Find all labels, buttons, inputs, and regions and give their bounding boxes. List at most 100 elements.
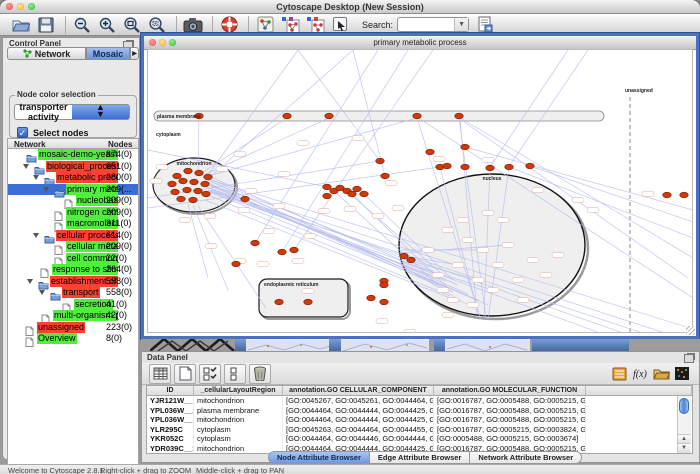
- node[interactable]: [232, 261, 240, 267]
- save-icon[interactable]: [35, 15, 57, 35]
- node[interactable]: [179, 178, 187, 184]
- expand-arrow-icon[interactable]: [43, 187, 49, 192]
- tree-row[interactable]: response to stimulu264(0): [8, 264, 138, 276]
- node[interactable]: [241, 196, 249, 202]
- tree-row[interactable]: macromolecule311(0): [8, 218, 138, 230]
- expand-arrow-icon[interactable]: [23, 164, 29, 169]
- table-cell[interactable]: YKR052C: [147, 434, 194, 444]
- node[interactable]: [367, 295, 375, 301]
- expand-arrow-icon[interactable]: [33, 175, 39, 180]
- node[interactable]: [171, 189, 179, 195]
- select-nodes-checkbox[interactable]: ✓: [17, 127, 28, 138]
- tree-row[interactable]: primary metabo209(...: [8, 184, 138, 196]
- import-attributes-icon[interactable]: [474, 15, 496, 35]
- node[interactable]: [400, 253, 408, 259]
- node[interactable]: [202, 191, 210, 197]
- node[interactable]: [323, 193, 331, 199]
- node[interactable]: [413, 113, 421, 119]
- tab-overflow-arrow-icon[interactable]: ▶: [130, 47, 139, 60]
- node[interactable]: [323, 184, 331, 190]
- table-cell[interactable]: [GO:0045263, GO:0044464, GO:0044455, G..…: [283, 425, 434, 435]
- node[interactable]: [168, 181, 176, 187]
- search-input[interactable]: [398, 19, 454, 30]
- tree-row[interactable]: Overview8(0): [8, 333, 138, 345]
- tree-row[interactable]: transport558(0): [8, 287, 138, 299]
- node[interactable]: [184, 168, 192, 174]
- table-cell[interactable]: [GO:0016787, GO:0005488, GO:0005215, G..…: [434, 415, 586, 425]
- attribute-table-icon[interactable]: [149, 364, 171, 384]
- expand-arrow-icon[interactable]: [39, 290, 45, 295]
- node-color-dropdown[interactable]: transporter activity ▲▼: [14, 104, 130, 120]
- node[interactable]: [381, 173, 389, 179]
- tree-row[interactable]: cellular metabo209(0): [8, 241, 138, 253]
- zoom-in-icon[interactable]: [96, 15, 118, 35]
- node[interactable]: [201, 181, 209, 187]
- node[interactable]: [194, 188, 202, 194]
- node[interactable]: [376, 158, 384, 164]
- node[interactable]: [275, 299, 283, 305]
- annotation-icon[interactable]: [329, 15, 351, 35]
- node[interactable]: [251, 240, 259, 246]
- node[interactable]: [290, 247, 298, 253]
- column-header[interactable]: ID: [147, 386, 194, 396]
- node[interactable]: [505, 164, 513, 170]
- node[interactable]: [278, 249, 286, 255]
- float-panel-icon[interactable]: [684, 354, 694, 363]
- window-fragment-titlebar[interactable]: [434, 339, 445, 351]
- tree-row[interactable]: mosaic-demo-yeast874(0): [8, 149, 138, 161]
- snapshot-camera-icon[interactable]: [182, 15, 204, 35]
- table-cell[interactable]: YDR039C__1: [147, 444, 194, 454]
- zoom-fit-icon[interactable]: [121, 15, 143, 35]
- node[interactable]: [183, 187, 191, 193]
- layout-nodes-icon[interactable]: [279, 15, 301, 35]
- table-cell[interactable]: [GO:0044464, GO:0044446, GO:0044444, G..…: [283, 434, 434, 444]
- table-cell[interactable]: [GO:0016787, GO:0005488, GO:0005215, G..…: [434, 396, 586, 406]
- tree-row[interactable]: secretion41(0): [8, 299, 138, 311]
- table-cell[interactable]: [GO:0044464, GO:0044444, GO:0044425, G..…: [283, 415, 434, 425]
- tab-node-attribute-browser[interactable]: Node Attribute Browser: [268, 451, 370, 464]
- tree-row[interactable]: establishment of lo558(0): [8, 276, 138, 288]
- expand-arrow-icon[interactable]: [27, 279, 33, 284]
- column-header[interactable]: annotation.GO MOLECULAR_FUNCTION: [434, 386, 586, 396]
- table-cell[interactable]: [GO:0016787, GO:0005488, GO:0005215, G..…: [434, 406, 586, 416]
- node[interactable]: [663, 192, 671, 198]
- node[interactable]: [353, 186, 361, 192]
- tab-network[interactable]: Network: [7, 47, 86, 60]
- table-cell[interactable]: cytoplasm: [194, 425, 283, 435]
- tab-mosaic[interactable]: Mosaic: [86, 47, 130, 60]
- open-file-icon[interactable]: [10, 15, 32, 35]
- node[interactable]: [195, 170, 203, 176]
- attribute-matrix-icon[interactable]: [673, 365, 691, 383]
- import-attribute-file-icon[interactable]: [652, 365, 670, 383]
- node[interactable]: [380, 282, 388, 288]
- tab-network-attribute-browser[interactable]: Network Attribute Browser: [470, 451, 582, 464]
- resize-grip[interactable]: [686, 326, 695, 335]
- node[interactable]: [348, 191, 356, 197]
- expand-arrow-icon[interactable]: [33, 233, 39, 238]
- table-cell[interactable]: [GO:0016787, GO:0005215, GO:0003824, G..…: [434, 425, 586, 435]
- formula-builder-icon[interactable]: f(x): [631, 365, 649, 383]
- node[interactable]: [407, 257, 415, 263]
- search-dropdown-icon[interactable]: ▼: [454, 18, 468, 31]
- node[interactable]: [204, 174, 212, 180]
- node[interactable]: [461, 164, 469, 170]
- tree-row[interactable]: nucleobase-209(0): [8, 195, 138, 207]
- tree-row[interactable]: cellular process614(0): [8, 230, 138, 242]
- tab-edge-attribute-browser[interactable]: Edge Attribute Browser: [370, 451, 470, 464]
- node[interactable]: [190, 179, 198, 185]
- node[interactable]: [461, 144, 469, 150]
- node[interactable]: [173, 173, 181, 179]
- node[interactable]: [526, 163, 534, 169]
- table-cell[interactable]: cytoplasm: [194, 434, 283, 444]
- node[interactable]: [189, 197, 197, 203]
- node[interactable]: [486, 165, 494, 171]
- help-lifering-icon[interactable]: [218, 15, 240, 35]
- network-canvas[interactable]: plasma membranecytoplasmmitochondrionnuc…: [147, 49, 693, 333]
- scrollbar-thumb[interactable]: [679, 398, 689, 414]
- node[interactable]: [380, 299, 388, 305]
- node[interactable]: [325, 113, 333, 119]
- window-fragment-titlebar[interactable]: [329, 339, 341, 351]
- tree-row[interactable]: multi-organism pro42(0): [8, 310, 138, 322]
- table-cell[interactable]: YJR121W__1: [147, 396, 194, 406]
- table-vertical-scrollbar[interactable]: ▲ ▼: [677, 396, 691, 453]
